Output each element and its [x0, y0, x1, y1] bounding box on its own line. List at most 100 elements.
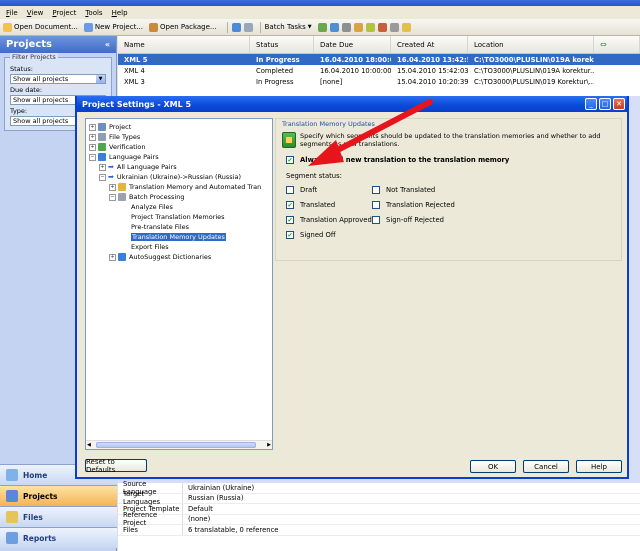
column-date-due[interactable]: Date Due — [314, 36, 391, 53]
collapse-icon[interactable]: − — [99, 173, 106, 181]
tree-item-pretranslate-files[interactable]: Pre-translate Files — [131, 222, 189, 232]
menu-view[interactable]: View — [27, 9, 44, 17]
translated-checkbox[interactable]: ✔ — [286, 201, 294, 209]
property-row: Reference Project (none) — [118, 511, 640, 527]
column-created-at[interactable]: Created At — [391, 36, 468, 53]
menu-bar: File View Project Tools Help — [0, 6, 640, 19]
toolbar-separator — [226, 21, 228, 33]
help-button[interactable]: Help — [576, 460, 622, 473]
refresh-icon[interactable] — [231, 22, 241, 32]
task-icon-2[interactable] — [329, 22, 339, 32]
always-add-checkbox-row[interactable]: ✔ Always add new translation to the tran… — [286, 156, 509, 164]
tree-item-project-tms[interactable]: Project Translation Memories — [131, 212, 225, 222]
file-types-icon — [98, 133, 106, 141]
menu-tools[interactable]: Tools — [85, 9, 102, 17]
status-translation-rejected[interactable]: Translation Rejected — [372, 201, 455, 209]
draft-checkbox[interactable] — [286, 186, 294, 194]
tree-item-tm-automated[interactable]: + Translation Memory and Automated Tran — [109, 182, 261, 192]
status-draft[interactable]: Draft — [286, 186, 317, 194]
tree-item-analyze-files[interactable]: Analyze Files — [131, 202, 173, 212]
menu-project[interactable]: Project — [52, 9, 76, 17]
maximize-button[interactable]: □ — [599, 98, 611, 110]
reports-icon — [6, 532, 18, 544]
task-icon-1[interactable] — [317, 22, 327, 32]
verification-icon — [98, 143, 106, 151]
tree-item-tm-updates[interactable]: Translation Memory Updates — [131, 232, 226, 242]
table-row[interactable]: XML 5 In Progress 16.04.2010 18:00:00 16… — [118, 54, 640, 65]
tree-item-project[interactable]: + Project — [89, 122, 131, 132]
package-icon — [149, 22, 158, 32]
translation-rejected-checkbox[interactable] — [372, 201, 380, 209]
panel-description: Specify which segments should be updated… — [300, 132, 601, 148]
status-select[interactable]: Show all projects ▼ — [10, 74, 106, 84]
not-translated-checkbox[interactable] — [372, 186, 380, 194]
status-sign-off-rejected[interactable]: Sign-off Rejected — [372, 216, 444, 224]
expand-icon[interactable]: + — [89, 123, 96, 131]
open-package-button[interactable]: Open Package... — [149, 22, 217, 32]
new-project-button[interactable]: New Project... — [83, 22, 143, 32]
expand-icon[interactable]: + — [89, 143, 96, 151]
task-icon-3[interactable] — [341, 22, 351, 32]
tree-item-autosuggest[interactable]: + AutoSuggest Dictionaries — [109, 252, 211, 262]
tree-item-verification[interactable]: + Verification — [89, 142, 146, 152]
tm-update-icon — [282, 132, 296, 148]
dialog-title: Project Settings - XML 5 — [82, 99, 192, 109]
task-icon-7[interactable] — [389, 22, 399, 32]
projects-icon — [6, 490, 18, 502]
projects-grid: Name Status Date Due Created At Location… — [118, 36, 640, 96]
task-icon-4[interactable] — [353, 22, 363, 32]
nav-projects-button[interactable]: Projects — [0, 485, 117, 506]
menu-help[interactable]: Help — [112, 9, 128, 17]
table-row[interactable]: XML 3 In Progress [none] 15.04.2010 10:2… — [118, 76, 640, 87]
task-icon-6[interactable] — [377, 22, 387, 32]
scroll-left-icon[interactable]: ◀ — [87, 442, 91, 448]
settings-icon[interactable] — [243, 22, 253, 32]
scroll-thumb[interactable] — [96, 442, 256, 448]
status-translated[interactable]: ✔ Translated — [286, 201, 335, 209]
status-not-translated[interactable]: Not Translated — [372, 186, 435, 194]
collapse-icon[interactable]: « — [105, 40, 110, 49]
scroll-right-icon[interactable]: ▶ — [267, 442, 271, 448]
task-icon-8[interactable] — [401, 22, 411, 32]
tree-item-language-pair[interactable]: − ➡ Ukrainian (Ukraine)->Russian (Russia… — [99, 172, 241, 182]
minimize-button[interactable]: _ — [585, 98, 597, 110]
tree-item-file-types[interactable]: + File Types — [89, 132, 140, 142]
tree-item-export-files[interactable]: Export Files — [131, 242, 169, 252]
cancel-button[interactable]: Cancel — [523, 460, 569, 473]
status-translation-approved[interactable]: ✔ Translation Approved — [286, 216, 372, 224]
ok-button[interactable]: OK — [470, 460, 516, 473]
project-settings-dialog: Project Settings - XML 5 _ □ ✕ + Project… — [75, 96, 629, 479]
open-document-button[interactable]: Open Document... — [3, 22, 78, 32]
panel-title: Translation Memory Updates — [282, 120, 375, 128]
column-name[interactable]: Name — [118, 36, 250, 53]
signed-off-checkbox[interactable]: ✔ — [286, 231, 294, 239]
reset-to-defaults-button[interactable]: Reset to Defaults — [85, 458, 147, 474]
tree-item-language-pairs[interactable]: − Language Pairs — [89, 152, 159, 162]
nav-reports-button[interactable]: Reports — [0, 527, 117, 548]
tree-horizontal-scrollbar[interactable]: ◀ ▶ — [86, 440, 272, 449]
translation-approved-checkbox[interactable]: ✔ — [286, 216, 294, 224]
sign-off-rejected-checkbox[interactable] — [372, 216, 380, 224]
tree-item-batch-processing[interactable]: − Batch Processing — [109, 192, 184, 202]
expand-icon[interactable]: + — [99, 163, 106, 171]
collapse-icon[interactable]: − — [89, 153, 96, 161]
expand-icon[interactable]: + — [109, 253, 116, 261]
grid-nav-arrows[interactable]: ⇔ — [594, 36, 640, 53]
nav-files-button[interactable]: Files — [0, 506, 117, 527]
expand-icon[interactable]: + — [109, 183, 116, 191]
status-signed-off[interactable]: ✔ Signed Off — [286, 231, 336, 239]
batch-tasks-button[interactable]: Batch Tasks ▼ — [265, 23, 312, 31]
column-status[interactable]: Status — [250, 36, 314, 53]
files-icon — [6, 511, 18, 523]
close-button[interactable]: ✕ — [613, 98, 625, 110]
tree-item-all-language-pairs[interactable]: + ➡ All Language Pairs — [99, 162, 177, 172]
column-location[interactable]: Location — [468, 36, 594, 53]
always-add-checkbox[interactable]: ✔ — [286, 156, 294, 164]
table-row[interactable]: XML 4 Completed 16.04.2010 10:00:00 15.0… — [118, 65, 640, 76]
expand-icon[interactable]: + — [89, 133, 96, 141]
menu-file[interactable]: File — [6, 9, 18, 17]
collapse-icon[interactable]: − — [109, 193, 116, 201]
task-icon-5[interactable] — [365, 22, 375, 32]
dictionary-icon — [118, 253, 126, 261]
dialog-title-bar: Project Settings - XML 5 — [77, 96, 627, 112]
